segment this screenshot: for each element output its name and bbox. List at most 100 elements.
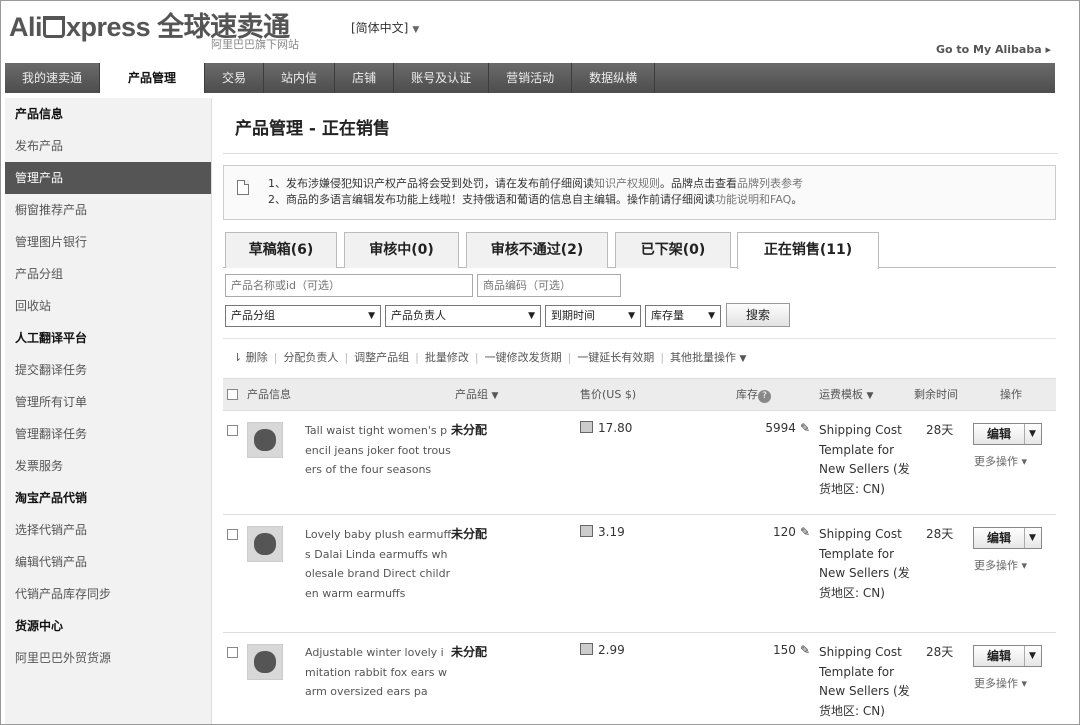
sidebar-item-product-groups[interactable]: 产品分组 — [5, 258, 211, 290]
product-stock[interactable]: 5994 ✎ — [765, 421, 810, 435]
tab-on-sale[interactable]: 正在销售(11) — [737, 232, 879, 269]
more-actions-link[interactable]: 更多操作 ▾ — [974, 675, 1027, 691]
assign-owner-button[interactable]: 分配负责人 — [283, 351, 338, 364]
col-shipping[interactable]: 运费模板 ▼ — [819, 379, 873, 410]
caret-down-icon[interactable]: ▼ — [1024, 646, 1041, 666]
product-group-select[interactable]: 产品分组 ▼ — [225, 305, 381, 327]
sidebar-item-invoice[interactable]: 发票服务 — [5, 450, 211, 482]
faq-link[interactable]: 功能说明和FAQ — [715, 193, 791, 206]
product-code-input[interactable] — [477, 274, 621, 297]
product-stock[interactable]: 120 ✎ — [773, 525, 810, 539]
product-price[interactable]: 17.80 — [580, 421, 632, 435]
bulk-toolbar: ⇂ 删除 | 分配负责人 | 调整产品组 | 批量修改 | 一键修改发货期 | 一键延长有效期 | 其他… — [233, 351, 747, 364]
pencil-icon[interactable]: ✎ — [800, 421, 810, 435]
notice-box: 1、发布涉嫌侵犯知识产权产品将会受到处罚，请在发布前仔细阅读知识产权规则。品牌点… — [223, 165, 1056, 220]
stock-select[interactable]: 库存量 ▼ — [645, 305, 721, 327]
nav-marketing[interactable]: 营销活动 — [489, 63, 573, 93]
remaining-time: 28天 — [926, 645, 954, 659]
sidebar-group-title: 淘宝产品代销 — [15, 491, 88, 505]
other-bulk-button[interactable]: 其他批量操作 ▼ — [670, 351, 746, 364]
adjust-group-button[interactable]: 调整产品组 — [354, 351, 409, 364]
row-checkbox[interactable] — [227, 647, 238, 658]
sidebar-group-title: 货源中心 — [15, 619, 64, 633]
goto-my-alibaba-link[interactable]: Go to My Alibaba ▸ — [936, 43, 1051, 56]
edit-split-button: 编辑 ▼ — [973, 423, 1042, 445]
sidebar-item-select-consign[interactable]: 选择代销产品 — [5, 514, 211, 546]
product-name-link[interactable]: Lovely baby plush earmuffs Dalai Linda e… — [305, 525, 453, 603]
sidebar-item-window-products[interactable]: 橱窗推荐产品 — [5, 194, 211, 226]
tab-under-review[interactable]: 审核中(0) — [344, 232, 459, 268]
sidebar-item-alibaba-sourcing[interactable]: 阿里巴巴外贸货源 — [5, 642, 211, 674]
edit-split-button: 编辑 ▼ — [973, 645, 1042, 667]
edit-delivery-button[interactable]: 一键修改发货期 — [485, 351, 562, 364]
sidebar-item-edit-consign[interactable]: 编辑代销产品 — [5, 546, 211, 578]
nav-messages[interactable]: 站内信 — [264, 63, 336, 93]
edit-split-button: 编辑 ▼ — [973, 527, 1042, 549]
sidebar-item-manage-orders[interactable]: 管理所有订单 — [5, 386, 211, 418]
brand-list-link[interactable]: 品牌列表参考 — [737, 177, 803, 190]
product-thumbnail[interactable] — [247, 526, 283, 562]
edit-button[interactable]: 编辑 — [974, 424, 1025, 444]
nav-store[interactable]: 店铺 — [335, 63, 395, 93]
delete-button[interactable]: ⇂ 删除 — [233, 351, 268, 364]
nav-data[interactable]: 数据纵横 — [572, 63, 656, 93]
sidebar-item-manage-products[interactable]: 管理产品 — [5, 162, 211, 194]
row-checkbox[interactable] — [227, 529, 238, 540]
product-owner-select[interactable]: 产品负责人 ▼ — [385, 305, 541, 327]
sidebar-item-image-bank[interactable]: 管理图片银行 — [5, 226, 211, 258]
nav-trade[interactable]: 交易 — [205, 63, 265, 93]
product-price[interactable]: 2.99 — [580, 643, 625, 657]
divider — [223, 153, 1058, 154]
ip-rules-link[interactable]: 知识产权规则 — [594, 177, 660, 190]
sidebar-item-submit-translation[interactable]: 提交翻译任务 — [5, 354, 211, 386]
sidebar-item-consign-stock-sync[interactable]: 代销产品库存同步 — [5, 578, 211, 610]
more-actions-link[interactable]: 更多操作 ▾ — [974, 453, 1027, 469]
tab-rejected[interactable]: 审核不通过(2) — [466, 232, 608, 268]
row-checkbox[interactable] — [227, 425, 238, 436]
notice-line-1: 1、发布涉嫌侵犯知识产权产品将会受到处罚，请在发布前仔细阅读知识产权规则。品牌点… — [268, 177, 803, 190]
col-group[interactable]: 产品组 ▼ — [455, 379, 498, 410]
tab-delisted[interactable]: 已下架(0) — [615, 232, 731, 268]
sidebar-item-recycle-bin[interactable]: 回收站 — [5, 290, 211, 322]
col-product-info: 产品信息 — [247, 388, 291, 401]
bulk-edit-button[interactable]: 批量修改 — [425, 351, 469, 364]
edit-button[interactable]: 编辑 — [974, 646, 1025, 666]
nav-my-aliexpress[interactable]: 我的速卖通 — [5, 63, 101, 93]
delete-icon: ⇂ — [233, 351, 243, 364]
product-stock[interactable]: 150 ✎ — [773, 643, 810, 657]
col-price[interactable]: 售价(US $) — [580, 379, 636, 410]
nav-account[interactable]: 账号及认证 — [394, 63, 490, 93]
price-icon — [580, 421, 593, 433]
product-name-link[interactable]: Tall waist tight women's pencil jeans jo… — [305, 421, 453, 480]
caret-down-icon[interactable]: ▼ — [1024, 528, 1041, 548]
sidebar-item-manage-translation[interactable]: 管理翻译任务 — [5, 418, 211, 450]
product-thumbnail[interactable] — [247, 644, 283, 680]
search-button[interactable]: 搜索 — [726, 303, 790, 327]
col-action: 操作 — [1000, 388, 1022, 401]
help-icon[interactable]: ? — [758, 390, 771, 403]
product-name-link[interactable]: Adjustable winter lovely imitation rabbi… — [305, 643, 453, 702]
pencil-icon[interactable]: ✎ — [800, 525, 810, 539]
status-tabs: 草稿箱(6) 审核中(0) 审核不通过(2) 已下架(0) 正在销售(11) — [223, 232, 1056, 269]
tab-drafts[interactable]: 草稿箱(6) — [225, 232, 337, 268]
caret-down-icon[interactable]: ▼ — [1024, 424, 1041, 444]
sidebar-item-publish-product[interactable]: 发布产品 — [5, 130, 211, 162]
pencil-icon[interactable]: ✎ — [800, 643, 810, 657]
expire-time-select[interactable]: 到期时间 ▼ — [545, 305, 641, 327]
nav-product-management[interactable]: 产品管理 — [100, 63, 206, 93]
more-actions-link[interactable]: 更多操作 ▾ — [974, 557, 1027, 573]
table-header: 产品信息 产品组 ▼ 售价(US $) 库存? 运费模板 ▼ 剩余时间 操作 — [223, 378, 1056, 411]
select-all-checkbox[interactable] — [227, 389, 238, 400]
language-selector[interactable]: [简体中文] ▼ — [351, 19, 419, 36]
product-thumbnail[interactable] — [247, 422, 283, 458]
col-stock[interactable]: 库存? — [736, 379, 771, 410]
document-icon — [237, 180, 249, 195]
shipping-template: Shipping Cost Template for New Sellers (… — [819, 645, 910, 718]
product-name-input[interactable] — [225, 274, 473, 297]
language-label: [简体中文] — [351, 21, 409, 35]
extend-validity-button[interactable]: 一键延长有效期 — [577, 351, 654, 364]
caret-down-icon: ▼ — [628, 311, 635, 321]
product-price[interactable]: 3.19 — [580, 525, 625, 539]
table-row: Lovely baby plush earmuffs Dalai Linda e… — [223, 516, 1056, 633]
edit-button[interactable]: 编辑 — [974, 528, 1025, 548]
